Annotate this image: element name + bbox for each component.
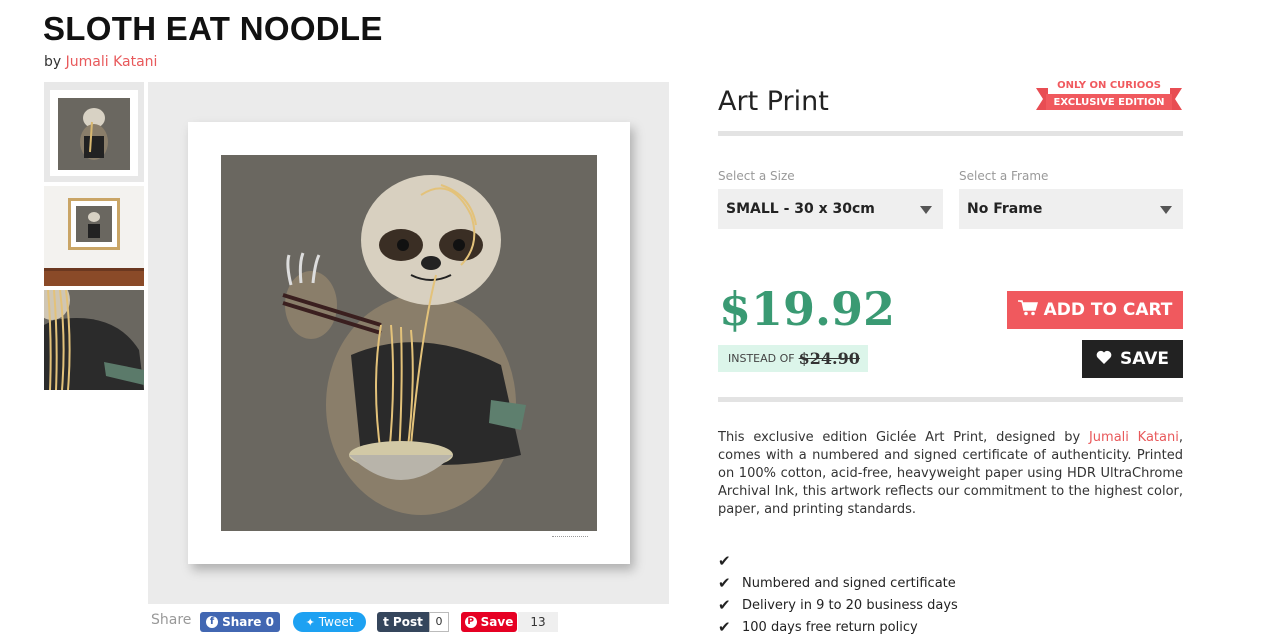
feature-item: ✔ Numbered and signed certificate <box>718 572 958 594</box>
check-icon: ✔ <box>718 596 731 614</box>
twitter-tweet-label: Tweet <box>318 615 354 629</box>
old-price-badge: INSTEAD OF $24.90 <box>718 345 868 372</box>
pinterest-icon: P <box>464 616 477 628</box>
share-label: Share <box>151 612 192 628</box>
frame-label: Select a Frame <box>959 169 1049 183</box>
product-title: SLOTH EAT NOODLE <box>43 10 383 47</box>
ribbon-main-text: EXCLUSIVE EDITION <box>1053 97 1165 108</box>
check-icon: ✔ <box>718 618 731 636</box>
byline: by Jumali Katani <box>44 54 157 70</box>
feature-text: 100 days free return policy <box>742 619 918 635</box>
price-divider <box>718 397 1183 402</box>
feature-list: ✔ ✔ Numbered and signed certificate ✔ Deli… <box>718 550 958 638</box>
thumbnail-print[interactable] <box>44 82 144 182</box>
old-price: $24.90 <box>798 349 860 368</box>
ribbon-top-text: ONLY ON CURIOOS <box>1057 80 1161 91</box>
tumblr-post-button[interactable]: t Post <box>377 612 429 632</box>
add-to-cart-label: ADD TO CART <box>1043 300 1173 320</box>
artist-link[interactable]: Jumali Katani <box>66 54 158 70</box>
chevron-down-icon <box>920 206 932 214</box>
facebook-share-button[interactable]: f Share 0 <box>200 612 280 632</box>
add-to-cart-button[interactable]: ADD TO CART <box>1007 291 1183 329</box>
facebook-share-label: Share 0 <box>222 615 274 629</box>
size-select-value: SMALL - 30 x 30cm <box>726 201 875 217</box>
check-icon: ✔ <box>718 552 731 570</box>
size-label: Select a Size <box>718 169 795 183</box>
artwork-image[interactable] <box>221 155 597 531</box>
chevron-down-icon <box>1160 206 1172 214</box>
price: $19.92 <box>719 282 896 336</box>
save-button[interactable]: SAVE <box>1082 340 1183 378</box>
thumbnail-framed-room[interactable] <box>44 186 144 286</box>
twitter-tweet-button[interactable]: ✦ Tweet <box>293 612 366 632</box>
cart-icon <box>1017 299 1038 321</box>
pinterest-count: 13 <box>518 612 558 632</box>
check-icon: ✔ <box>718 574 731 592</box>
frame-select-value: No Frame <box>967 201 1043 217</box>
tumblr-count: 0 <box>429 612 449 632</box>
feature-text: Numbered and signed certificate <box>742 575 956 591</box>
feature-item: ✔ 100 days free return policy <box>718 616 958 638</box>
pinterest-save-label: Save <box>480 615 514 629</box>
instead-of-label: INSTEAD OF <box>728 352 795 365</box>
heart-icon <box>1096 349 1112 369</box>
feature-item: ✔ <box>718 550 958 572</box>
pinterest-save-button[interactable]: P Save <box>461 612 517 632</box>
byline-prefix: by <box>44 54 62 70</box>
signature-mark <box>552 536 588 539</box>
feature-item: ✔ Delivery in 9 to 20 business days <box>718 594 958 616</box>
product-description: This exclusive edition Giclée Art Print,… <box>718 429 1183 519</box>
size-select[interactable]: SMALL - 30 x 30cm <box>718 189 943 229</box>
exclusive-edition-ribbon: ONLY ON CURIOOS EXCLUSIVE EDITION <box>1036 80 1182 114</box>
tumblr-icon: t <box>383 615 389 629</box>
feature-text: Delivery in 9 to 20 business days <box>742 597 958 613</box>
product-type-heading: Art Print <box>718 86 829 117</box>
frame-select[interactable]: No Frame <box>959 189 1183 229</box>
facebook-icon: f <box>206 616 219 628</box>
thumbnail-detail[interactable] <box>44 290 144 390</box>
heading-divider <box>718 131 1183 136</box>
twitter-icon: ✦ <box>305 615 315 629</box>
save-label: SAVE <box>1119 349 1170 369</box>
description-artist-link[interactable]: Jumali Katani <box>1089 430 1179 445</box>
description-text-start: This exclusive edition Giclée Art Print,… <box>718 430 1089 445</box>
tumblr-post-label: Post <box>392 615 423 629</box>
